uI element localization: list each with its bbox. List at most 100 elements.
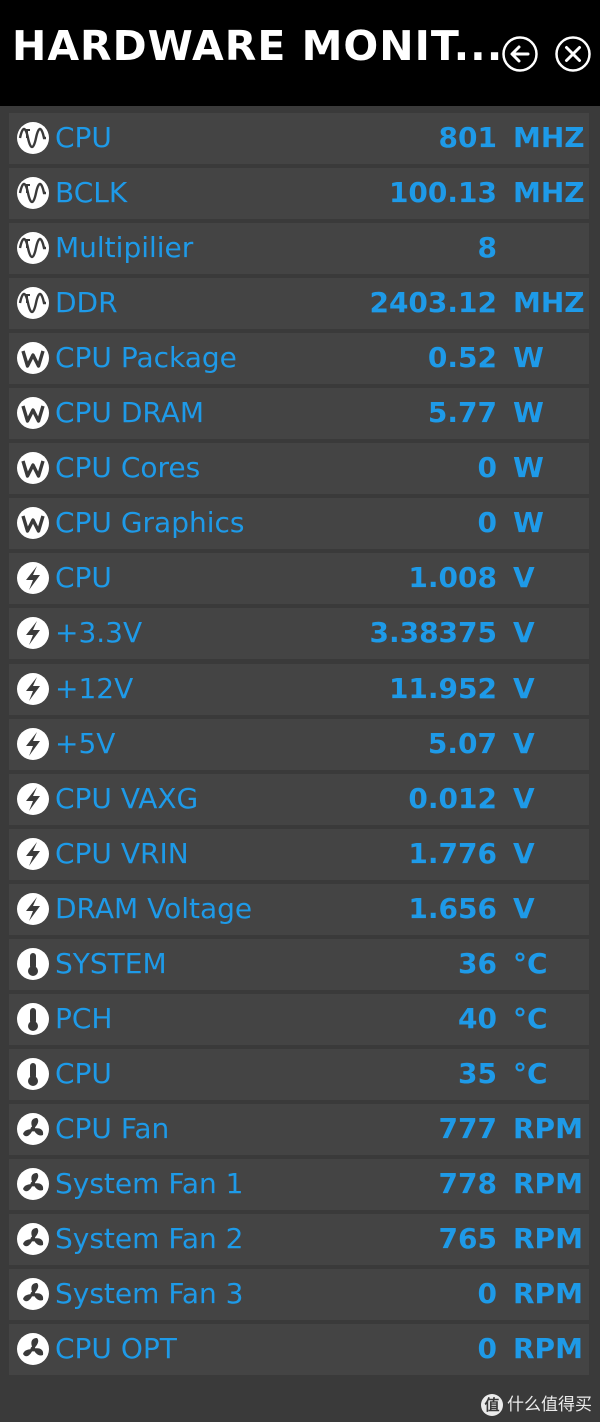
sensor-value: 35 (458, 1056, 497, 1090)
close-button[interactable] (554, 35, 592, 73)
sensor-label: DDR (55, 286, 118, 320)
fan-icon (16, 1222, 50, 1256)
sensor-row: +12V 11.952 V (9, 663, 589, 715)
sensor-unit: V (513, 726, 535, 760)
sensor-unit: V (513, 671, 535, 705)
voltage-bolt-icon (16, 561, 50, 595)
sensor-row: System Fan 1 778 RPM (9, 1158, 589, 1210)
sensor-row: CPU OPT 0 RPM (9, 1324, 589, 1376)
sensor-unit: MHZ (513, 286, 585, 320)
sensor-label: CPU Fan (55, 1111, 170, 1145)
sensor-value: 0 (477, 1332, 497, 1366)
window-title: HARDWARE MONIT... (12, 22, 504, 70)
sensor-label: CPU VRIN (55, 836, 189, 870)
frequency-icon (16, 176, 50, 210)
sensor-row: System Fan 3 0 RPM (9, 1269, 589, 1321)
voltage-bolt-icon (16, 837, 50, 871)
sensor-value: 100.13 (388, 176, 497, 210)
sensor-unit: V (513, 781, 535, 815)
sensor-unit: RPM (513, 1222, 583, 1255)
sensor-label: CPU Graphics (55, 506, 245, 540)
sensor-label: System Fan 3 (55, 1277, 244, 1311)
power-watt-icon (16, 506, 50, 540)
sensor-label: CPU Package (55, 341, 237, 375)
sensor-label: CPU DRAM (55, 396, 205, 430)
sensor-row: DRAM Voltage 1.656 V (9, 883, 589, 935)
sensor-value: 0.52 (427, 341, 497, 375)
sensor-label: SYSTEM (55, 946, 167, 980)
sensor-value: 2403.12 (369, 286, 497, 320)
sensor-value: 5.07 (427, 726, 497, 760)
thermometer-icon (16, 1002, 50, 1036)
sensor-unit: MHZ (513, 121, 585, 154)
sensor-value: 0 (477, 506, 497, 540)
power-watt-icon (16, 396, 50, 430)
fan-icon (16, 1332, 50, 1366)
sensor-label: +12V (55, 671, 134, 705)
sensor-unit: °C (513, 1001, 548, 1035)
sensor-label: +5V (55, 726, 116, 760)
back-button[interactable] (501, 35, 539, 73)
sensor-unit: W (513, 341, 544, 375)
sensor-label: DRAM Voltage (55, 891, 253, 925)
sensor-unit: MHZ (513, 176, 585, 210)
voltage-bolt-icon (16, 616, 50, 650)
voltage-bolt-icon (16, 782, 50, 816)
title-bar: HARDWARE MONIT... (0, 0, 600, 106)
sensor-row: CPU Graphics 0 W (9, 498, 589, 550)
sensor-unit: °C (513, 946, 548, 980)
sensor-value: 0 (477, 451, 497, 485)
sensor-row: +5V 5.07 V (9, 718, 589, 770)
sensor-value: 0 (477, 1277, 497, 1311)
voltage-bolt-icon (16, 672, 50, 706)
thermometer-icon (16, 947, 50, 981)
sensor-unit: RPM (513, 1332, 583, 1366)
sensor-row: Multipilier 8 (9, 223, 589, 275)
sensor-label: Multipilier (55, 231, 194, 265)
sensor-row: CPU DRAM 5.77 W (9, 388, 589, 440)
sensor-value: 765 (438, 1222, 497, 1255)
sensor-label: BCLK (55, 176, 128, 210)
sensor-label: CPU (55, 1056, 112, 1090)
sensor-unit: W (513, 451, 544, 485)
sensor-label: CPU Cores (55, 451, 201, 485)
close-icon (555, 36, 591, 72)
sensor-value: 777 (438, 1111, 497, 1145)
sensor-row: CPU VRIN 1.776 V (9, 828, 589, 880)
sensor-value: 5.77 (427, 396, 497, 430)
thermometer-icon (16, 1057, 50, 1091)
sensor-row: CPU Cores 0 W (9, 443, 589, 495)
sensor-label: CPU VAXG (55, 781, 199, 815)
sensor-label: CPU (55, 121, 112, 154)
sensor-value: 1.776 (408, 836, 497, 870)
sensor-row: DDR 2403.12 MHZ (9, 278, 589, 330)
sensor-label: CPU (55, 561, 112, 595)
sensor-row: System Fan 2 765 RPM (9, 1214, 589, 1265)
sensor-label: CPU OPT (55, 1332, 177, 1366)
sensor-value: 40 (458, 1001, 497, 1035)
sensor-unit: V (513, 616, 535, 650)
fan-icon (16, 1167, 50, 1201)
sensor-unit: V (513, 891, 535, 925)
sensor-unit: W (513, 506, 544, 540)
frequency-icon (16, 286, 50, 320)
frequency-icon (16, 231, 50, 265)
watermark-text: 什么值得买 (507, 1395, 592, 1415)
sensor-unit: °C (513, 1056, 548, 1090)
sensor-unit: W (513, 396, 544, 430)
sensor-row: PCH 40 °C (9, 993, 589, 1045)
sensor-value: 36 (458, 946, 497, 980)
watermark-badge: 值 (481, 1394, 503, 1416)
power-watt-icon (16, 451, 50, 485)
sensor-value: 801 (438, 121, 497, 154)
sensor-row: CPU 1.008 V (9, 553, 589, 605)
voltage-bolt-icon (16, 727, 50, 761)
fan-icon (16, 1112, 50, 1146)
sensor-unit: V (513, 561, 535, 595)
sensor-label: PCH (55, 1001, 113, 1035)
sensor-value: 0.012 (408, 781, 497, 815)
watermark: 值什么值得买 (481, 1390, 592, 1416)
sensor-row: BCLK 100.13 MHZ (9, 168, 589, 220)
sensor-row: CPU Fan 777 RPM (9, 1103, 589, 1155)
sensor-row: CPU VAXG 0.012 V (9, 773, 589, 825)
